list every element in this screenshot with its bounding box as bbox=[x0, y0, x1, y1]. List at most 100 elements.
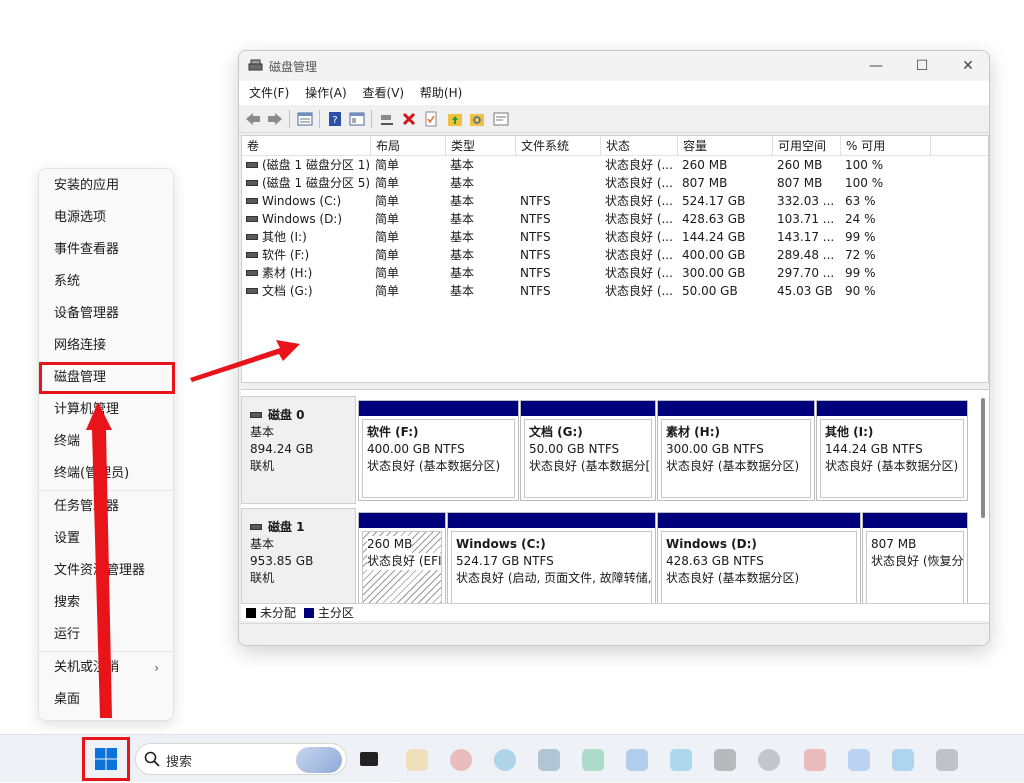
start-button[interactable] bbox=[82, 737, 130, 781]
delete-icon[interactable] bbox=[399, 109, 419, 129]
taskbar: 搜索 bbox=[0, 734, 1024, 783]
disk-1-label[interactable]: 磁盘 1 基本 953.85 GB 联机 bbox=[241, 508, 356, 608]
menu-item-power-options[interactable]: 电源选项 bbox=[39, 202, 173, 234]
volume-cell: 基本 bbox=[450, 284, 475, 298]
volume-row[interactable]: 软件 (F:) 简单 基本 NTFS 状态良好 (... 400.00 GB 289.48 … bbox=[242, 246, 988, 264]
partition-material-h[interactable]: 素材 (H:) 300.00 GB NTFS 状态良好 (基本数据分区) bbox=[657, 400, 815, 501]
vertical-scrollbar[interactable] bbox=[981, 398, 985, 518]
menu-item-terminal[interactable]: 终端 bbox=[39, 426, 173, 458]
menu-item-disk-management[interactable]: 磁盘管理 bbox=[39, 362, 175, 394]
check-icon[interactable] bbox=[421, 109, 441, 129]
volume-rows: (磁盘 1 磁盘分区 1) 简单 基本 状态良好 (... 260 MB 260 MB 10… bbox=[242, 156, 988, 300]
properties-icon[interactable] bbox=[347, 109, 367, 129]
menu-item-system[interactable]: 系统 bbox=[39, 266, 173, 298]
menu-item-file-explorer[interactable]: 文件资源管理器 bbox=[39, 555, 173, 587]
taskbar-search-box[interactable]: 搜索 bbox=[135, 743, 347, 775]
partition-status: 状态良好 (基本数据分区) bbox=[825, 459, 959, 473]
menu-item-run[interactable]: 运行 bbox=[39, 619, 173, 651]
menu-action[interactable]: 操作(A) bbox=[299, 81, 353, 105]
list-view-icon[interactable] bbox=[295, 109, 315, 129]
menu-item-computer-management[interactable]: 计算机管理 bbox=[39, 394, 173, 426]
volume-cell: 99 % bbox=[845, 230, 876, 244]
volume-row[interactable]: 文档 (G:) 简单 基本 NTFS 状态良好 (... 50.00 GB 45.03 GB… bbox=[242, 282, 988, 300]
volume-cell: 状态良好 (... bbox=[605, 230, 673, 244]
menu-view[interactable]: 查看(V) bbox=[357, 81, 411, 105]
partition-status: 状态良好 (基本数据分区) bbox=[367, 459, 501, 473]
volume-row[interactable]: 其他 (I:) 简单 基本 NTFS 状态良好 (... 144.24 GB 143.17 … bbox=[242, 228, 988, 246]
forward-arrow-icon[interactable] bbox=[265, 109, 285, 129]
partition-title: 素材 (H:) bbox=[666, 425, 720, 439]
volume-cell: 简单 bbox=[375, 284, 400, 298]
connect-icon[interactable] bbox=[377, 109, 397, 129]
folder-search-icon[interactable] bbox=[467, 109, 487, 129]
volume-icon bbox=[246, 269, 258, 276]
column-header-type[interactable]: 类型 bbox=[446, 136, 516, 156]
volume-cell: NTFS bbox=[520, 230, 551, 244]
menu-item-task-manager[interactable]: 任务管理器 bbox=[39, 491, 173, 523]
menu-item-device-manager[interactable]: 设备管理器 bbox=[39, 298, 173, 330]
volume-row[interactable]: Windows (C:) 简单 基本 NTFS 状态良好 (... 524.17 GB 33… bbox=[242, 192, 988, 210]
partition-details: 260 MB 状态良好 (EFI bbox=[362, 531, 442, 605]
partition-bar bbox=[817, 401, 967, 416]
partition-windows-d[interactable]: Windows (D:) 428.63 GB NTFS 状态良好 (基本数据分区… bbox=[657, 512, 861, 608]
task-view-icon[interactable] bbox=[360, 752, 378, 766]
disk-status: 联机 bbox=[250, 459, 275, 473]
search-icon bbox=[144, 751, 160, 767]
menu-item-event-viewer[interactable]: 事件查看器 bbox=[39, 234, 173, 266]
partition-documents-g[interactable]: 文档 (G:) 50.00 GB NTFS 状态良好 (基本数据分[ bbox=[520, 400, 656, 501]
column-header-capacity[interactable]: 容量 bbox=[678, 136, 773, 156]
toolbar: ? bbox=[239, 105, 989, 133]
menu-item-settings[interactable]: 设置 bbox=[39, 523, 173, 555]
partition-recovery[interactable]: 807 MB 状态良好 (恢复分 bbox=[862, 512, 968, 608]
volume-cell: 基本 bbox=[450, 230, 475, 244]
volume-cell: 143.17 ... bbox=[777, 230, 835, 244]
menu-item-installed-apps[interactable]: 安装的应用 bbox=[39, 170, 173, 202]
partition-windows-c[interactable]: Windows (C:) 524.17 GB NTFS 状态良好 (启动, 页面… bbox=[447, 512, 656, 608]
folder-up-icon[interactable] bbox=[445, 109, 465, 129]
column-header-status[interactable]: 状态 bbox=[601, 136, 678, 156]
close-button[interactable]: ✕ bbox=[945, 51, 989, 81]
menu-item-terminal-admin[interactable]: 终端(管理员) bbox=[39, 458, 173, 490]
menu-help[interactable]: 帮助(H) bbox=[414, 81, 468, 105]
volume-cell: 文档 (G:) bbox=[242, 282, 371, 300]
partition-bar bbox=[359, 401, 518, 416]
volume-cell: 260 MB bbox=[777, 158, 823, 172]
volume-cell: 简单 bbox=[375, 194, 400, 208]
disk-0-label[interactable]: 磁盘 0 基本 894.24 GB 联机 bbox=[241, 396, 356, 504]
properties-panel-icon[interactable] bbox=[491, 109, 511, 129]
column-header-layout[interactable]: 布局 bbox=[371, 136, 446, 156]
volume-row[interactable]: Windows (D:) 简单 基本 NTFS 状态良好 (... 428.63 GB 10… bbox=[242, 210, 988, 228]
maximize-button[interactable]: ☐ bbox=[899, 51, 945, 81]
column-header-volume[interactable]: 卷 bbox=[242, 136, 371, 156]
back-arrow-icon[interactable] bbox=[243, 109, 263, 129]
menu-file[interactable]: 文件(F) bbox=[243, 81, 295, 105]
volume-cell: 90 % bbox=[845, 284, 876, 298]
volume-cell: 24 % bbox=[845, 212, 876, 226]
volume-row[interactable]: (磁盘 1 磁盘分区 1) 简单 基本 状态良好 (... 260 MB 260 MB 10… bbox=[242, 156, 988, 174]
column-header-filesystem[interactable]: 文件系统 bbox=[516, 136, 601, 156]
volume-cell: NTFS bbox=[520, 194, 551, 208]
volume-name: Windows (D:) bbox=[262, 212, 343, 226]
volume-cell: (磁盘 1 磁盘分区 1) bbox=[242, 156, 371, 174]
help-icon[interactable]: ? bbox=[325, 109, 345, 129]
volume-row[interactable]: 素材 (H:) 简单 基本 NTFS 状态良好 (... 300.00 GB 297.70 … bbox=[242, 264, 988, 282]
disk-size: 953.85 GB bbox=[250, 554, 314, 568]
volume-cell: 基本 bbox=[450, 248, 475, 262]
menu-item-network-connections[interactable]: 网络连接 bbox=[39, 330, 173, 362]
menu-item-search[interactable]: 搜索 bbox=[39, 587, 173, 619]
partition-software-f[interactable]: 软件 (F:) 400.00 GB NTFS 状态良好 (基本数据分区) bbox=[358, 400, 519, 501]
volume-cell: 状态良好 (... bbox=[605, 266, 673, 280]
partition-details: 软件 (F:) 400.00 GB NTFS 状态良好 (基本数据分区) bbox=[362, 419, 515, 498]
volume-cell: 260 MB bbox=[682, 158, 728, 172]
volume-cell: 400.00 GB bbox=[682, 248, 746, 262]
minimize-button[interactable]: — bbox=[853, 51, 899, 81]
menu-item-desktop[interactable]: 桌面 bbox=[39, 684, 173, 716]
column-header-percent-free[interactable]: % 可用 bbox=[841, 136, 931, 156]
column-header-free-space[interactable]: 可用空间 bbox=[773, 136, 841, 156]
volume-cell: 45.03 GB bbox=[777, 284, 833, 298]
partition-efi[interactable]: 260 MB 状态良好 (EFI bbox=[358, 512, 446, 608]
menu-item-shutdown-signout[interactable]: 关机或注销 › bbox=[39, 652, 173, 684]
volume-row[interactable]: (磁盘 1 磁盘分区 5) 简单 基本 状态良好 (... 807 MB 807 MB 10… bbox=[242, 174, 988, 192]
partition-other-i[interactable]: 其他 (I:) 144.24 GB NTFS 状态良好 (基本数据分区) bbox=[816, 400, 968, 501]
title-bar[interactable]: 磁盘管理 — ☐ ✕ bbox=[239, 51, 989, 81]
